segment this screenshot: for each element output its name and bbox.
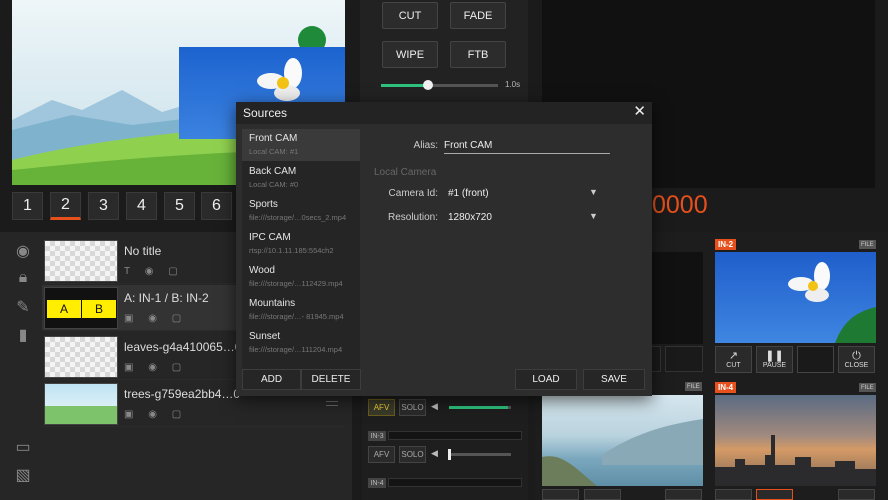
chevron-down-icon[interactable]: ▼ bbox=[589, 211, 598, 221]
pause-icon: ❚❚ bbox=[765, 349, 784, 362]
close-icon[interactable]: ✕ bbox=[633, 104, 646, 120]
tile-cut-button[interactable] bbox=[715, 489, 752, 500]
trash-icon[interactable]: ▮ bbox=[12, 324, 34, 346]
speaker-icon: ◀ bbox=[431, 448, 438, 458]
layer-thumbnail bbox=[44, 336, 118, 378]
cut-button[interactable]: CUT bbox=[382, 2, 438, 29]
preset-button-4[interactable]: 4 bbox=[126, 192, 157, 220]
layer-icons: ▣ ◉ ▢ bbox=[124, 409, 188, 420]
program-timer: 0000 bbox=[652, 191, 708, 219]
layer-title: trees-g759ea2bb4…0 bbox=[124, 387, 241, 401]
source-item[interactable]: IPC CAM rtsp://10.1.11.185:554ch2 bbox=[242, 228, 360, 260]
layer-thumbnail: A B bbox=[44, 287, 118, 329]
empty-slot bbox=[665, 346, 703, 372]
tile-pause-button[interactable]: ❚❚ PAUSE bbox=[756, 346, 793, 373]
power-icon: ⏻ bbox=[852, 349, 861, 362]
preset-button-3[interactable]: 3 bbox=[88, 192, 119, 220]
layer-icons: T ◉ ▢ bbox=[124, 266, 184, 277]
sources-list: Front CAM Local CAM: #1 Back CAM Local C… bbox=[242, 129, 360, 369]
input-badge-in4: IN-4 bbox=[715, 382, 737, 393]
volume-slider[interactable] bbox=[448, 449, 511, 460]
load-button[interactable]: LOAD bbox=[515, 369, 577, 390]
alias-label: Alias: bbox=[413, 140, 438, 151]
wipe-button[interactable]: WIPE bbox=[382, 41, 438, 68]
preset-button-1[interactable]: 1 bbox=[12, 192, 43, 220]
pencil-icon[interactable]: ✎ bbox=[12, 296, 34, 318]
save-button[interactable]: SAVE bbox=[583, 369, 645, 390]
input-badge-in2: IN-2 bbox=[715, 239, 737, 250]
level-meter bbox=[388, 431, 522, 440]
solo-button[interactable]: SOLO bbox=[399, 446, 426, 463]
speaker-icon: ◀ bbox=[431, 401, 438, 411]
delete-button[interactable]: DELETE bbox=[301, 369, 361, 390]
layer-title: leaves-g4a410065…0 bbox=[124, 340, 242, 354]
source-item[interactable]: Back CAM Local CAM: #0 bbox=[242, 162, 360, 194]
layer-title: No title bbox=[124, 244, 162, 258]
visibility-icon[interactable]: ◉ bbox=[12, 240, 34, 262]
afv-button[interactable]: AFV bbox=[368, 446, 395, 463]
arrow-icon: ↗ bbox=[728, 349, 739, 362]
dialog-title: Sources bbox=[243, 106, 288, 120]
ftb-button[interactable]: FTB bbox=[450, 41, 506, 68]
file-badge: FILE bbox=[859, 383, 876, 392]
strip-label-in3: IN-3 bbox=[368, 431, 386, 441]
input-tile-in4[interactable] bbox=[715, 395, 876, 486]
dialog-header: Sources ✕ bbox=[236, 102, 652, 124]
chevron-down-icon[interactable]: ▼ bbox=[589, 187, 598, 197]
tile-pause-button[interactable] bbox=[756, 489, 793, 500]
drag-handle-icon[interactable] bbox=[326, 401, 338, 406]
source-item[interactable]: Wood file:///storage/…112429.mp4 bbox=[242, 261, 360, 293]
fade-button[interactable]: FADE bbox=[450, 2, 506, 29]
tile-cut-button[interactable] bbox=[542, 489, 579, 500]
local-camera-section: Local Camera bbox=[374, 167, 437, 178]
layer-icons: ▣ ◉ ▢ bbox=[124, 362, 188, 373]
main-volume-slider[interactable] bbox=[449, 406, 511, 409]
input-tile-in3[interactable] bbox=[542, 395, 703, 486]
source-item[interactable]: Mountains file:///storage/…- 81945.mp4 bbox=[242, 294, 360, 326]
camera-id-label: Camera Id: bbox=[388, 188, 438, 199]
file-badge: FILE bbox=[685, 382, 702, 391]
add-button[interactable]: ADD bbox=[242, 369, 301, 390]
duration-label: 1.0s bbox=[505, 80, 521, 89]
layer-title: A: IN-1 / B: IN-2 bbox=[124, 291, 209, 305]
solo-button[interactable]: SOLO bbox=[399, 399, 426, 416]
source-item[interactable]: Front CAM Local CAM: #1 bbox=[242, 129, 360, 161]
afv-button[interactable]: AFV bbox=[368, 399, 395, 416]
tile-close-button[interactable] bbox=[665, 489, 702, 500]
strip-label-in4: IN-4 bbox=[368, 478, 386, 488]
camera-id-select[interactable]: #1 (front) bbox=[448, 188, 489, 199]
tile-pause-button[interactable] bbox=[584, 489, 621, 500]
resolution-label: Resolution: bbox=[387, 212, 438, 223]
preset-button-6[interactable]: 6 bbox=[201, 192, 232, 220]
preset-button-5[interactable]: 5 bbox=[164, 192, 195, 220]
slot-b: B bbox=[82, 300, 116, 318]
tile-cut-button[interactable]: ↗ CUT bbox=[715, 346, 752, 373]
resolution-select[interactable]: 1280x720 bbox=[448, 212, 492, 223]
empty-slot bbox=[797, 346, 834, 373]
tile-close-button[interactable]: ⏻ CLOSE bbox=[838, 346, 875, 373]
source-item[interactable]: Sports file:///storage/…0secs_2.mp4 bbox=[242, 195, 360, 227]
tile-close-button[interactable] bbox=[838, 489, 875, 500]
preset-button-2[interactable]: 2 bbox=[50, 192, 81, 220]
level-meter bbox=[388, 478, 522, 487]
lock-icon[interactable]: 🔒︎ bbox=[12, 267, 34, 289]
file-badge: FILE bbox=[859, 240, 876, 249]
slot-a: A bbox=[47, 300, 81, 318]
alias-input[interactable]: Front CAM bbox=[444, 140, 610, 154]
screen-icon[interactable]: ▭ bbox=[12, 436, 34, 458]
input-tile-in2[interactable] bbox=[715, 252, 876, 343]
sources-dialog: Sources ✕ Front CAM Local CAM: #1 Back C… bbox=[236, 102, 652, 396]
source-item[interactable]: Sunset file:///storage/…111204.mp4 bbox=[242, 327, 360, 359]
layer-thumbnail bbox=[44, 383, 118, 425]
image-icon[interactable]: ▧ bbox=[12, 464, 34, 486]
layer-thumbnail bbox=[44, 240, 118, 282]
duration-slider[interactable] bbox=[381, 80, 498, 90]
layer-icons: ▣ ◉ ▢ bbox=[124, 313, 188, 324]
